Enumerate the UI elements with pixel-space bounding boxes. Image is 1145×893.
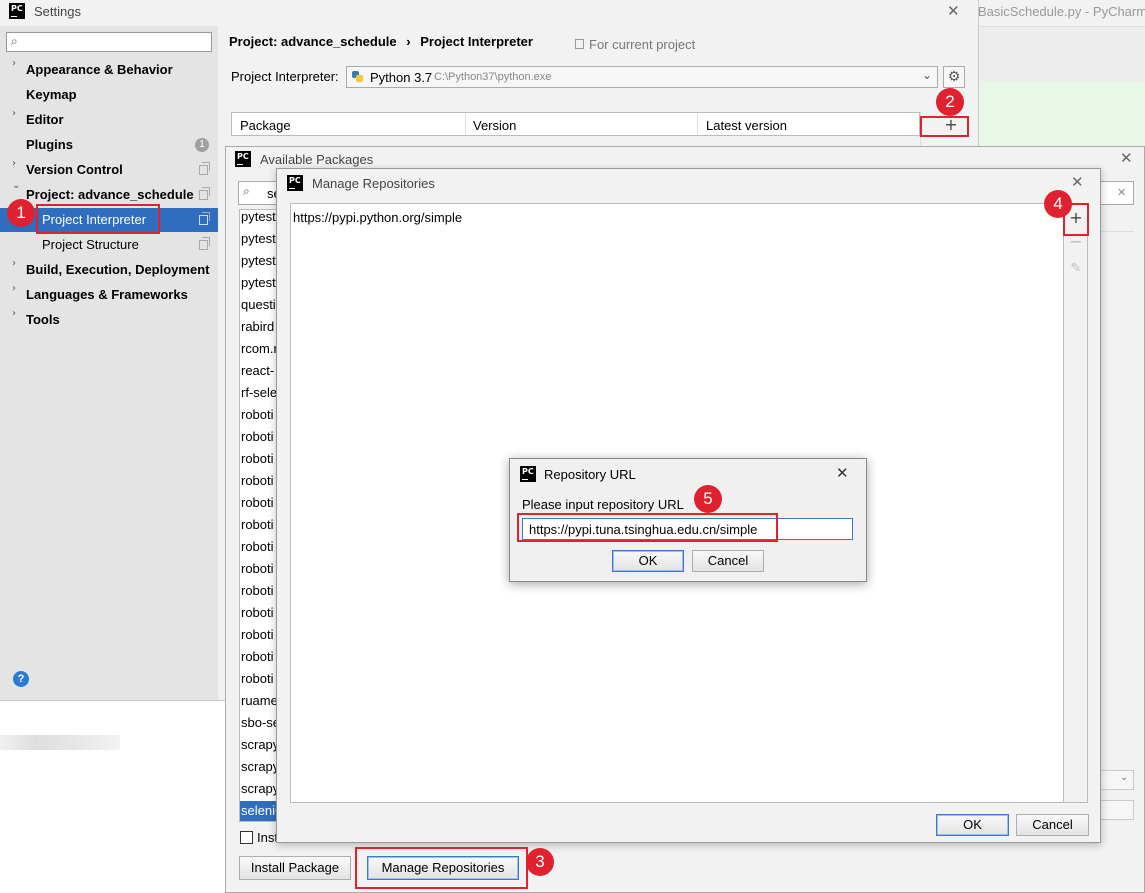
project-scope-icon — [199, 237, 210, 250]
install-checkbox-label: Inst — [257, 830, 278, 845]
search-right-field: ✕ — [1099, 181, 1134, 205]
sidebar-item-languages[interactable]: › Languages & Frameworks — [0, 283, 218, 307]
package-list-item[interactable]: pytest — [241, 228, 277, 250]
available-packages-title: Available Packages — [260, 152, 374, 167]
sidebar-item-version-control[interactable]: › Version Control — [0, 158, 218, 182]
pycharm-logo-icon: PC — [9, 3, 25, 19]
sidebar-item-tools[interactable]: › Tools — [0, 308, 218, 332]
packages-table-header: Package Version Latest version — [231, 112, 920, 136]
step-badge-4: 4 — [1044, 190, 1072, 218]
package-list-item[interactable]: roboti — [241, 404, 277, 426]
pycharm-logo-icon: PC — [287, 175, 303, 191]
chevron-down-icon: ⌄ — [921, 68, 932, 82]
plugins-count-badge: 1 — [195, 138, 209, 152]
sidebar-item-build[interactable]: › Build, Execution, Deployment — [0, 258, 218, 282]
search-icon: ⌕ — [11, 34, 18, 48]
manage-repositories-close-icon[interactable]: ✕ — [1071, 175, 1084, 190]
help-icon[interactable]: ? — [13, 671, 29, 687]
package-list-item[interactable]: scrapy — [241, 734, 277, 756]
available-packages-close-icon[interactable]: ✕ — [1120, 151, 1133, 166]
project-scope-icon — [199, 212, 210, 225]
step-badge-1: 1 — [7, 199, 35, 227]
package-list-item[interactable]: seleniu — [241, 800, 277, 822]
pycharm-logo-icon: PC — [520, 466, 536, 482]
highlight-repository-url — [517, 513, 778, 542]
package-list-item[interactable]: roboti — [241, 624, 277, 646]
package-list-item[interactable]: scrapy — [241, 778, 277, 800]
settings-title: Settings — [34, 4, 81, 19]
highlight-manage-repositories — [355, 847, 528, 889]
package-list-item[interactable]: pytest — [241, 272, 277, 294]
package-list-item[interactable]: rcom.r — [241, 338, 277, 360]
package-list-item[interactable]: roboti — [241, 426, 277, 448]
package-list-item[interactable]: pytest — [241, 250, 277, 272]
sidebar-item-project-structure[interactable]: Project Structure — [0, 233, 218, 257]
package-list-item[interactable]: pytest — [241, 206, 277, 228]
redacted-area — [0, 735, 120, 750]
sidebar-item-keymap[interactable]: Keymap — [0, 83, 218, 107]
package-list-item[interactable]: roboti — [241, 558, 277, 580]
package-list-item[interactable]: roboti — [241, 536, 277, 558]
manage-repos-ok-button[interactable]: OK — [936, 814, 1009, 836]
sidebar-item-editor[interactable]: › Editor — [0, 108, 218, 132]
package-list-item[interactable]: ruame — [241, 690, 277, 712]
package-list-item[interactable]: roboti — [241, 602, 277, 624]
edit-repository-icon[interactable]: ✎ — [1067, 259, 1085, 279]
repository-toolbar — [1064, 203, 1088, 803]
python-icon-half — [356, 75, 363, 82]
search-icon: ⌕ — [243, 184, 250, 198]
package-list-item[interactable]: roboti — [241, 470, 277, 492]
settings-search-input[interactable]: ⌕ — [6, 32, 212, 52]
highlight-project-interpreter — [36, 204, 160, 234]
settings-close-icon[interactable]: ✕ — [947, 4, 960, 19]
package-list-item[interactable]: react- — [241, 360, 277, 382]
package-list-item[interactable]: rabird — [241, 316, 277, 338]
interpreter-select[interactable]: Python 3.7 C:\Python37\python.exe ⌄ — [346, 66, 938, 88]
repository-url-close-icon[interactable]: ✕ — [836, 466, 849, 481]
package-list-item[interactable]: roboti — [241, 668, 277, 690]
package-list-item[interactable]: scrapy — [241, 756, 277, 778]
install-package-button[interactable]: Install Package — [239, 856, 351, 880]
install-to-user-checkbox[interactable] — [240, 831, 253, 844]
manage-repos-cancel-button[interactable]: Cancel — [1016, 814, 1089, 836]
step-badge-2: 2 — [936, 88, 964, 116]
package-list-item[interactable]: roboti — [241, 448, 277, 470]
editor-highlight — [978, 81, 1145, 146]
chevron-down-icon: ⌄ — [1120, 772, 1129, 783]
manage-repositories-title: Manage Repositories — [312, 176, 435, 191]
package-list-item[interactable]: questi — [241, 294, 277, 316]
pycharm-logo-icon: PC — [235, 151, 251, 167]
breadcrumb: Project: advance_schedule › Project Inte… — [229, 34, 533, 49]
package-list-item[interactable]: roboti — [241, 492, 277, 514]
package-list-item[interactable]: rf-sele — [241, 382, 277, 404]
repository-url-prompt: Please input repository URL — [522, 497, 684, 512]
package-list-item[interactable]: roboti — [241, 646, 277, 668]
for-current-project: For current project — [575, 37, 695, 52]
clear-search-icon[interactable]: ✕ — [1117, 186, 1126, 199]
copy-icon — [575, 39, 584, 49]
highlight-add-package — [920, 116, 969, 137]
project-scope-icon — [199, 162, 210, 175]
pycharm-title: BasicSchedule.py - PyCharm — [978, 4, 1145, 19]
step-badge-5: 5 — [694, 485, 722, 513]
package-list-item[interactable]: roboti — [241, 514, 277, 536]
interpreter-settings-gear-icon[interactable]: ⚙ — [943, 66, 965, 88]
repository-url-ok-button[interactable]: OK — [612, 550, 684, 572]
step-badge-3: 3 — [526, 848, 554, 876]
package-details-panel: ⌄ — [1099, 231, 1134, 822]
sidebar-item-appearance[interactable]: › Appearance & Behavior — [0, 58, 218, 82]
package-list-item[interactable]: sbo-se — [241, 712, 277, 734]
project-scope-icon — [199, 187, 210, 200]
repository-url-cancel-button[interactable]: Cancel — [692, 550, 764, 572]
repository-item[interactable]: https://pypi.python.org/simple — [293, 210, 462, 225]
interpreter-label: Project Interpreter: — [231, 69, 339, 84]
package-list-item[interactable]: roboti — [241, 580, 277, 602]
repository-url-title: Repository URL — [544, 467, 636, 482]
sidebar-item-plugins[interactable]: Plugins 1 — [0, 133, 218, 157]
